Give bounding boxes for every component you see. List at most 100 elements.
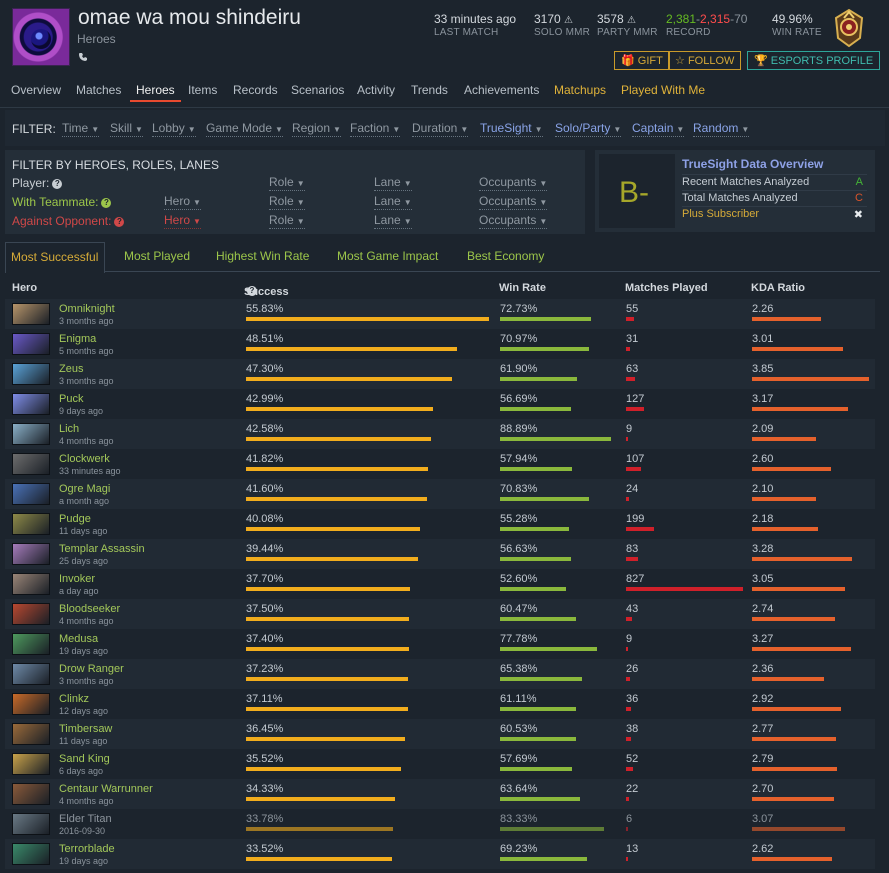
player-role-dropdown[interactable]: Role ▼ — [269, 176, 305, 191]
table-row[interactable]: Zeus 3 months ago 47.30% 61.90% 63 3.85 — [5, 359, 875, 389]
table-row[interactable]: Medusa 19 days ago 37.40% 77.78% 9 3.27 — [5, 629, 875, 659]
hero-icon[interactable] — [12, 783, 50, 805]
hero-icon[interactable] — [12, 543, 50, 565]
hero-name[interactable]: Enigma — [59, 333, 96, 345]
filter-time[interactable]: Time ▼ — [62, 122, 100, 137]
tab-scenarios[interactable]: Scenarios — [291, 83, 344, 97]
hero-name[interactable]: Timbersaw — [59, 723, 112, 735]
hero-icon[interactable] — [12, 603, 50, 625]
tab-records[interactable]: Records — [233, 83, 278, 97]
hero-name[interactable]: Terrorblade — [59, 843, 115, 855]
hero-icon[interactable] — [12, 393, 50, 415]
help-icon[interactable]: ? — [52, 179, 63, 189]
hero-name[interactable]: Clockwerk — [59, 453, 110, 465]
hero-name[interactable]: Sand King — [59, 753, 110, 765]
table-row[interactable]: Puck 9 days ago 42.99% 56.69% 127 3.17 — [5, 389, 875, 419]
hero-icon[interactable] — [12, 723, 50, 745]
truesight-title[interactable]: TrueSight Data Overview — [682, 157, 823, 171]
opponent-hero-dropdown[interactable]: Hero ▼ — [164, 214, 201, 229]
hero-name[interactable]: Puck — [59, 393, 83, 405]
table-row[interactable]: Centaur Warrunner 4 months ago 34.33% 63.64… — [5, 779, 875, 809]
filter-random[interactable]: Random ▼ — [693, 122, 750, 137]
tab-played-with-me[interactable]: Played With Me — [621, 83, 705, 97]
table-row[interactable]: Pudge 11 days ago 40.08% 55.28% 199 2.18 — [5, 509, 875, 539]
col-hero[interactable]: Hero — [12, 282, 37, 294]
teammate-role-dropdown[interactable]: Role ▼ — [269, 195, 305, 210]
warning-icon[interactable]: ⚠ — [564, 15, 573, 26]
hero-name[interactable]: Ogre Magi — [59, 483, 110, 495]
hero-icon[interactable] — [12, 333, 50, 355]
tab-matches[interactable]: Matches — [76, 83, 121, 97]
filter-duration[interactable]: Duration ▼ — [412, 122, 469, 137]
table-row[interactable]: Drow Ranger 3 months ago 37.23% 65.38% 26 2.3… — [5, 659, 875, 689]
hero-name[interactable]: Medusa — [59, 633, 98, 645]
tab-items[interactable]: Items — [188, 83, 217, 97]
filter-truesight[interactable]: TrueSight ▼ — [480, 122, 543, 137]
hero-icon[interactable] — [12, 303, 50, 325]
hero-icon[interactable] — [12, 753, 50, 775]
hero-name[interactable]: Centaur Warrunner — [59, 783, 153, 795]
filter-solo-party[interactable]: Solo/Party ▼ — [555, 122, 622, 137]
truesight-plus-label[interactable]: Plus Subscriber — [682, 208, 759, 220]
table-row[interactable]: Clinkz 12 days ago 37.11% 61.11% 36 2.92 — [5, 689, 875, 719]
tab-best-economy[interactable]: Best Economy — [467, 249, 544, 263]
filter-faction[interactable]: Faction ▼ — [350, 122, 401, 137]
player-lane-dropdown[interactable]: Lane ▼ — [374, 176, 412, 191]
hero-name[interactable]: Templar Assassin — [59, 543, 145, 555]
hero-name[interactable]: Omniknight — [59, 303, 115, 315]
filter-captain[interactable]: Captain ▼ — [632, 122, 685, 137]
filter-game-mode[interactable]: Game Mode ▼ — [206, 122, 283, 137]
hero-icon[interactable] — [12, 693, 50, 715]
col-kda-ratio[interactable]: KDA Ratio — [751, 282, 805, 294]
table-row[interactable]: Enigma 5 months ago 48.51% 70.97% 31 3.01 — [5, 329, 875, 359]
hero-icon[interactable] — [12, 573, 50, 595]
hero-name[interactable]: Invoker — [59, 573, 95, 585]
table-row[interactable]: Terrorblade 19 days ago 33.52% 69.23% 13 2.62 — [5, 839, 875, 869]
opponent-role-dropdown[interactable]: Role ▼ — [269, 214, 305, 229]
warning-icon[interactable]: ⚠ — [627, 15, 636, 26]
hero-icon[interactable] — [12, 423, 50, 445]
tab-most-successful[interactable]: Most Successful — [5, 242, 106, 273]
help-icon[interactable]: ? — [101, 198, 112, 208]
tab-achievements[interactable]: Achievements — [464, 83, 539, 97]
gift-button[interactable]: 🎁 GIFT — [614, 51, 670, 70]
help-icon[interactable]: ? — [114, 217, 125, 227]
phone-icon[interactable] — [78, 52, 88, 65]
table-row[interactable]: Templar Assassin 25 days ago 39.44% 56.63% 8… — [5, 539, 875, 569]
filter-region[interactable]: Region ▼ — [292, 122, 341, 137]
col-win-rate[interactable]: Win Rate — [499, 282, 546, 294]
hero-icon[interactable] — [12, 363, 50, 385]
hero-icon[interactable] — [12, 813, 50, 835]
table-row[interactable]: Lich 4 months ago 42.58% 88.89% 9 2.09 — [5, 419, 875, 449]
hero-icon[interactable] — [12, 843, 50, 865]
hero-name[interactable]: Elder Titan — [59, 813, 112, 825]
hero-name[interactable]: Bloodseeker — [59, 603, 120, 615]
col-matches-played[interactable]: Matches Played — [625, 282, 708, 294]
tab-heroes[interactable]: Heroes — [136, 83, 175, 97]
table-row[interactable]: Timbersaw 11 days ago 36.45% 60.53% 38 2.77 — [5, 719, 875, 749]
player-occupants-dropdown[interactable]: Occupants ▼ — [479, 176, 548, 191]
filter-skill[interactable]: Skill ▼ — [110, 122, 143, 137]
teammate-occupants-dropdown[interactable]: Occupants ▼ — [479, 195, 548, 210]
hero-name[interactable]: Clinkz — [59, 693, 89, 705]
tab-matchups[interactable]: Matchups — [554, 83, 606, 97]
tab-trends[interactable]: Trends — [411, 83, 448, 97]
hero-name[interactable]: Lich — [59, 423, 79, 435]
table-row[interactable]: Clockwerk 33 minutes ago 41.82% 57.94% 107 2.… — [5, 449, 875, 479]
hero-icon[interactable] — [12, 513, 50, 535]
esports-profile-button[interactable]: 🏆 ESPORTS PROFILE — [747, 51, 881, 70]
teammate-lane-dropdown[interactable]: Lane ▼ — [374, 195, 412, 210]
opponent-occupants-dropdown[interactable]: Occupants ▼ — [479, 214, 548, 229]
tab-most-played[interactable]: Most Played — [124, 249, 190, 263]
filter-lobby[interactable]: Lobby ▼ — [152, 122, 196, 137]
opponent-lane-dropdown[interactable]: Lane ▼ — [374, 214, 412, 229]
table-row[interactable]: Invoker a day ago 37.70% 52.60% 827 3.05 — [5, 569, 875, 599]
table-row[interactable]: Elder Titan 2016-09-30 33.78% 83.33% 6 3.07 — [5, 809, 875, 839]
hero-icon[interactable] — [12, 453, 50, 475]
tab-most-game-impact[interactable]: Most Game Impact — [337, 249, 438, 263]
hero-name[interactable]: Zeus — [59, 363, 83, 375]
table-row[interactable]: Bloodseeker 4 months ago 37.50% 60.47% 43 2.7… — [5, 599, 875, 629]
player-avatar[interactable] — [12, 8, 70, 66]
hero-icon[interactable] — [12, 663, 50, 685]
hero-name[interactable]: Drow Ranger — [59, 663, 124, 675]
